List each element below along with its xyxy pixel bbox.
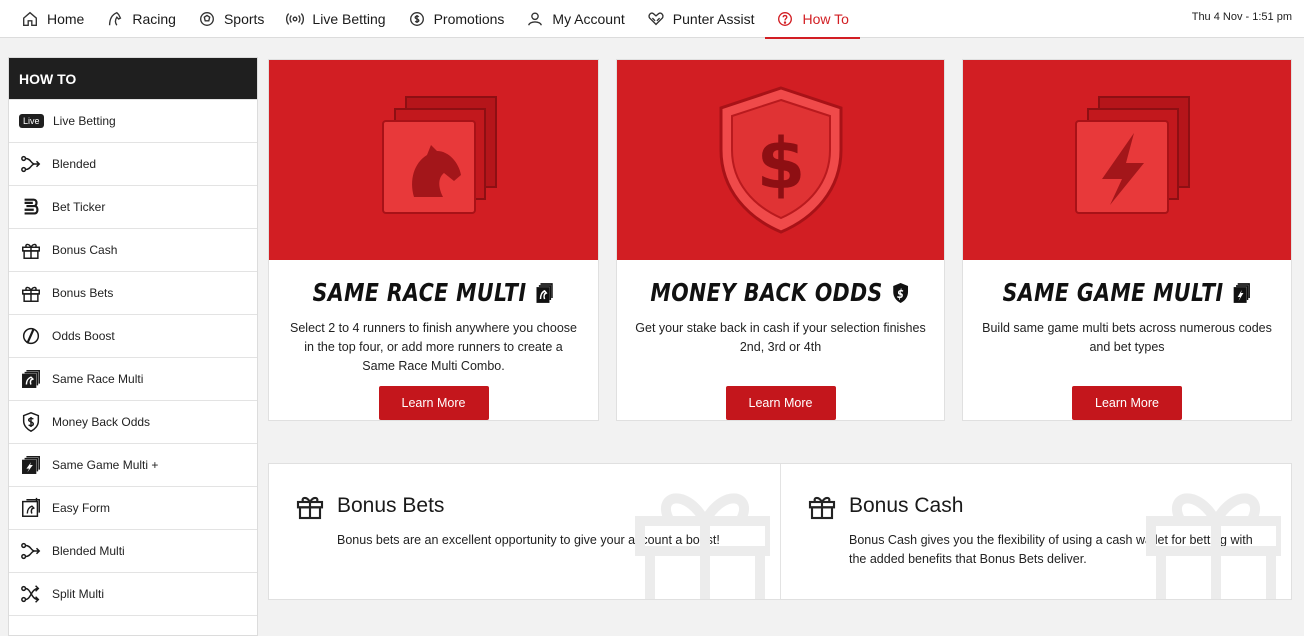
- nav-label: My Account: [552, 10, 625, 27]
- horse-icon: [109, 11, 122, 26]
- sidebar-item-money-back-odds[interactable]: Money Back Odds: [9, 400, 257, 443]
- sidebar-item-bet-ticker[interactable]: Bet Ticker: [9, 185, 257, 228]
- sidebar-item-odds-boost[interactable]: Odds Boost: [9, 314, 257, 357]
- heart-hands-icon: [648, 11, 664, 25]
- bonus-cash-section[interactable]: Bonus Cash Bonus Cash gives you the flex…: [780, 464, 1291, 599]
- card-title: MONEY BACK ODDS $: [646, 278, 914, 307]
- blended-icon: [21, 155, 41, 173]
- card-description: Select 2 to 4 runners to finish anywhere…: [290, 321, 577, 373]
- sidebar-item-label: Split Multi: [52, 587, 105, 601]
- sidebar-item-blended[interactable]: Blended: [9, 142, 257, 185]
- nav-home[interactable]: Home: [0, 0, 95, 38]
- sidebar-item-label: Same Game Multi +: [52, 458, 159, 472]
- sidebar-item-label: Bet Ticker: [52, 200, 106, 214]
- home-icon: [23, 11, 37, 26]
- sidebar-item-label: Blended Multi: [52, 544, 125, 558]
- same-game-multi-icon: [1233, 282, 1250, 303]
- question-circle-icon: [778, 11, 793, 26]
- odds-boost-icon: [22, 327, 40, 345]
- learn-more-button[interactable]: Learn More: [725, 386, 836, 420]
- sidebar-item-live-betting[interactable]: Live Live Betting: [9, 99, 257, 142]
- bonus-bets-section[interactable]: Bonus Bets Bonus bets are an excellent o…: [269, 464, 780, 599]
- sidebar-title: HOW TO: [9, 58, 257, 99]
- sidebar-item-blended-multi[interactable]: Blended Multi: [9, 529, 257, 572]
- sidebar-item-label: Bonus Cash: [52, 243, 118, 257]
- card-title: SAME GAME MULTI: [993, 278, 1262, 307]
- sidebar-item-same-game-multi-plus[interactable]: Same Game Multi +: [9, 443, 257, 486]
- user-icon: [528, 11, 543, 26]
- gift-icon: [22, 286, 40, 302]
- gift-watermark-icon: [1146, 493, 1281, 599]
- same-race-multi-icon: [22, 370, 40, 388]
- nav-my-account[interactable]: My Account: [515, 0, 635, 38]
- how-to-sidebar: HOW TO Live Live Betting Blended Bet Tic…: [8, 57, 258, 636]
- svg-text:$: $: [756, 123, 805, 205]
- card-description: Build same game multi bets across numero…: [982, 321, 1272, 354]
- nav-label: Live Betting: [312, 10, 386, 27]
- sidebar-item-more[interactable]: [9, 615, 257, 635]
- nav-promotions[interactable]: Promotions: [397, 0, 516, 38]
- shield-dollar-icon: [22, 412, 40, 432]
- nav-racing[interactable]: Racing: [95, 0, 187, 38]
- sidebar-item-label: Money Back Odds: [52, 415, 151, 429]
- svg-text:$: $: [897, 287, 904, 301]
- gift-watermark-icon: [635, 493, 770, 599]
- nav-label: Sports: [223, 10, 265, 27]
- nav-how-to[interactable]: How To: [765, 0, 861, 39]
- shield-dollar-icon: $: [893, 282, 909, 303]
- nav-label: How To: [802, 10, 849, 27]
- sidebar-item-label: Blended: [52, 157, 97, 171]
- sidebar-item-label: Easy Form: [52, 501, 111, 515]
- lightning-tile-icon: [1075, 96, 1190, 214]
- gift-icon: [296, 496, 324, 520]
- blended-multi-icon: [21, 542, 41, 560]
- top-nav: Home Racing Sports Live Betting Promotio…: [0, 0, 1304, 39]
- nav-label: Punter Assist: [672, 10, 755, 27]
- bet-ticker-icon: [24, 198, 39, 215]
- sidebar-item-label: Odds Boost: [52, 329, 115, 343]
- nav-punter-assist[interactable]: Punter Assist: [636, 0, 766, 38]
- horse-tile-icon: [381, 96, 497, 214]
- sidebar-item-easy-form[interactable]: Easy Form: [9, 486, 257, 529]
- gift-icon: [808, 496, 836, 520]
- same-race-multi-icon: [536, 282, 553, 303]
- card-same-race-multi: SAME RACE MULTI Select 2 to 4 runners to…: [268, 59, 599, 421]
- card-money-back-odds: $ MONEY BACK ODDS $ Get your stake back …: [616, 59, 945, 421]
- live-badge: Live: [19, 114, 44, 128]
- easy-form-icon: [22, 497, 40, 517]
- broadcast-icon: [286, 12, 305, 25]
- card-hero: [269, 60, 598, 260]
- gift-icon: [22, 243, 40, 259]
- card-hero: [963, 60, 1291, 260]
- sidebar-item-bonus-bets[interactable]: Bonus Bets: [9, 271, 257, 314]
- card-title: SAME RACE MULTI: [299, 278, 569, 307]
- sidebar-item-label: Same Race Multi: [52, 372, 144, 386]
- sidebar-item-bonus-cash[interactable]: Bonus Cash: [9, 228, 257, 271]
- card-same-game-multi: SAME GAME MULTI Build same game multi be…: [962, 59, 1292, 421]
- sidebar-item-split-multi[interactable]: Split Multi: [9, 572, 257, 615]
- dollar-circle-icon: [409, 11, 424, 26]
- sidebar-item-label: Bonus Bets: [52, 286, 114, 300]
- learn-more-button[interactable]: Learn More: [1072, 386, 1182, 420]
- ball-icon: [199, 11, 214, 26]
- nav-live-betting[interactable]: Live Betting: [275, 0, 396, 38]
- nav-sports[interactable]: Sports: [187, 0, 275, 38]
- sidebar-item-label: Live Betting: [53, 114, 116, 128]
- nav-label: Home: [47, 10, 85, 27]
- card-description: Get your stake back in cash if your sele…: [635, 321, 926, 354]
- learn-more-button[interactable]: Learn More: [378, 386, 489, 420]
- card-hero: $: [617, 60, 944, 260]
- shield-dollar-icon: $: [719, 86, 842, 234]
- clock: Thu 4 Nov - 1:51 pm: [1191, 11, 1292, 23]
- split-multi-icon: [21, 585, 40, 603]
- nav-label: Racing: [132, 10, 176, 27]
- same-game-multi-icon: [22, 456, 40, 474]
- sidebar-item-same-race-multi[interactable]: Same Race Multi: [9, 357, 257, 400]
- bonus-panel: Bonus Bets Bonus bets are an excellent o…: [268, 463, 1292, 600]
- nav-label: Promotions: [433, 10, 505, 27]
